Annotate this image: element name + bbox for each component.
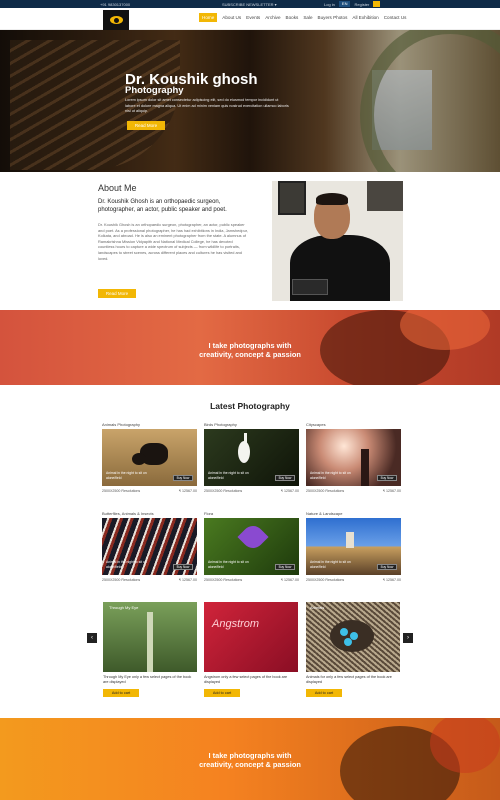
photo-image[interactable]: Animal in the night to sit on alone/fiel…	[102, 429, 197, 486]
price: ₹ 12567.00	[382, 578, 401, 582]
login-link[interactable]: Log in	[324, 2, 335, 7]
resolution: 2500X2500 Resolutions	[102, 489, 141, 493]
photo-card[interactable]: Nature & Landscape Animal in the night t…	[306, 511, 401, 582]
nav-menu: Home About Us Events Archive Books Sale …	[199, 13, 407, 22]
card-category: Butterflies, Animals & Insects	[102, 511, 154, 516]
photo-card[interactable]: Cityscapes Animal in the night to sit on…	[306, 422, 401, 493]
banner-top-line1: I take photographs with	[208, 341, 292, 350]
banner-bottom-line2: creativity, concept & passion	[199, 760, 301, 769]
top-bar: +91 9830137000 SUBSCRIBE NEWSLETTER ▾ Lo…	[0, 0, 500, 8]
card-category: Flora	[204, 511, 214, 516]
quote-banner-top: I take photographs with creativity, conc…	[0, 310, 500, 385]
nav-item-exhibition[interactable]: All Exhibition	[352, 15, 378, 22]
price: ₹ 12567.00	[178, 578, 197, 582]
photo-image[interactable]: Animal in the night to sit on alone/fiel…	[306, 518, 401, 575]
nav-item-sale[interactable]: Sale	[303, 15, 312, 22]
resolution: 2500X2500 Resolutions	[306, 489, 345, 493]
nav-item-home[interactable]: Home	[199, 13, 218, 22]
price: ₹ 12567.00	[280, 578, 299, 582]
book-description: Through My Eye only a few select pages o…	[103, 675, 192, 684]
resolution: 2500X2500 Resolutions	[204, 578, 243, 582]
resolution: 2500X2500 Resolutions	[102, 578, 141, 582]
nav-item-buyers-photos[interactable]: Buyers Photos	[318, 15, 348, 22]
cart-icon[interactable]	[373, 1, 381, 7]
camera-icon	[292, 279, 328, 295]
price: ₹ 12567.00	[178, 489, 197, 493]
book-cover[interactable]: Animals	[306, 602, 400, 672]
site-logo[interactable]	[103, 10, 129, 30]
card-category: Birds Photography	[204, 422, 237, 427]
price: ₹ 12567.00	[280, 489, 299, 493]
add-to-cart-button[interactable]: Add to cart	[204, 689, 240, 697]
about-lead: Dr. Koushik Ghosh is an orthopaedic surg…	[98, 199, 227, 213]
book-cover-title: Through My Eye	[109, 605, 139, 610]
buy-now-button[interactable]: Buy Now	[173, 475, 193, 481]
buy-now-button[interactable]: Buy Now	[275, 564, 295, 570]
photo-image[interactable]: Animal in the night to sit on alone/fiel…	[204, 518, 299, 575]
phone-number[interactable]: +91 9830137000	[100, 2, 130, 7]
add-to-cart-button[interactable]: Add to cart	[306, 689, 342, 697]
buy-now-button[interactable]: Buy Now	[377, 475, 397, 481]
card-category: Nature & Landscape	[306, 511, 343, 516]
page: +91 9830137000 SUBSCRIBE NEWSLETTER ▾ Lo…	[0, 0, 500, 800]
price: ₹ 12567.00	[382, 489, 401, 493]
about-body: Dr. Koushik Ghosh is an orthopaedic surg…	[98, 222, 248, 261]
nav-item-books[interactable]: Books	[286, 15, 299, 22]
book-card[interactable]: Angstrom Angstrom only a few select page…	[204, 602, 298, 697]
buy-now-button[interactable]: Buy Now	[173, 564, 193, 570]
book-description: Angstrom only a few select pages of the …	[204, 675, 288, 684]
add-to-cart-button[interactable]: Add to cart	[103, 689, 139, 697]
book-card[interactable]: Through My Eye Through My Eye only a few…	[103, 602, 197, 697]
hero-subtitle: Photography	[125, 85, 184, 96]
card-category: Animals Photography	[102, 422, 141, 427]
resolution: 2500X2500 Resolutions	[204, 489, 243, 493]
carousel-prev-icon[interactable]: ‹	[87, 633, 97, 643]
quote-banner-bottom: I take photographs with creativity, conc…	[0, 718, 500, 800]
language-button[interactable]: EN	[338, 1, 351, 7]
portrait-photo	[272, 181, 403, 301]
buy-now-button[interactable]: Buy Now	[275, 475, 295, 481]
hero-read-more-button[interactable]: Read More	[127, 121, 165, 130]
newsletter-link[interactable]: SUBSCRIBE NEWSLETTER ▾	[222, 2, 277, 7]
photo-card[interactable]: Butterflies, Animals & Insects Animal in…	[102, 511, 197, 582]
photo-card[interactable]: Flora Animal in the night to sit on alon…	[204, 511, 299, 582]
register-link[interactable]: Register	[354, 2, 369, 7]
photo-image[interactable]: Animal in the night to sit on alone/fiel…	[102, 518, 197, 575]
resolution: 2500X2500 Resolutions	[306, 578, 345, 582]
about-read-more-button[interactable]: Read More	[98, 289, 136, 298]
book-cover-title: Animals	[310, 605, 325, 610]
nav-item-contact[interactable]: Contact Us	[384, 15, 407, 22]
eye-logo-icon	[109, 16, 123, 24]
book-cover[interactable]: Angstrom	[204, 602, 298, 672]
card-category: Cityscapes	[306, 422, 326, 427]
banner-bottom-line1: I take photographs with	[208, 751, 292, 760]
nav-item-archive[interactable]: Archive	[265, 15, 280, 22]
book-description: Animals for only a few select pages of t…	[306, 675, 392, 684]
banner-top-line2: creativity, concept & passion	[199, 350, 301, 359]
photo-image[interactable]: Animal in the night to sit on alone/fiel…	[306, 429, 401, 486]
book-card[interactable]: Animals Animals for only a few select pa…	[306, 602, 400, 697]
hero-text: Lorem ipsum dolor sit amet consectetur a…	[125, 98, 289, 113]
photo-card[interactable]: Animals Photography Animal in the night …	[102, 422, 197, 493]
nav-item-about[interactable]: About Us	[222, 15, 241, 22]
carousel-next-icon[interactable]: ›	[403, 633, 413, 643]
photo-card[interactable]: Birds Photography Animal in the night to…	[204, 422, 299, 493]
photo-image[interactable]: Animal in the night to sit on alone/fiel…	[204, 429, 299, 486]
book-cover-title: Angstrom	[212, 618, 260, 630]
latest-photography-title: Latest Photography	[210, 401, 290, 411]
book-cover[interactable]: Through My Eye	[103, 602, 197, 672]
buy-now-button[interactable]: Buy Now	[377, 564, 397, 570]
nav-item-events[interactable]: Events	[246, 15, 260, 22]
about-title: About Me	[98, 183, 137, 193]
account-links: Log in EN Register	[324, 1, 381, 7]
